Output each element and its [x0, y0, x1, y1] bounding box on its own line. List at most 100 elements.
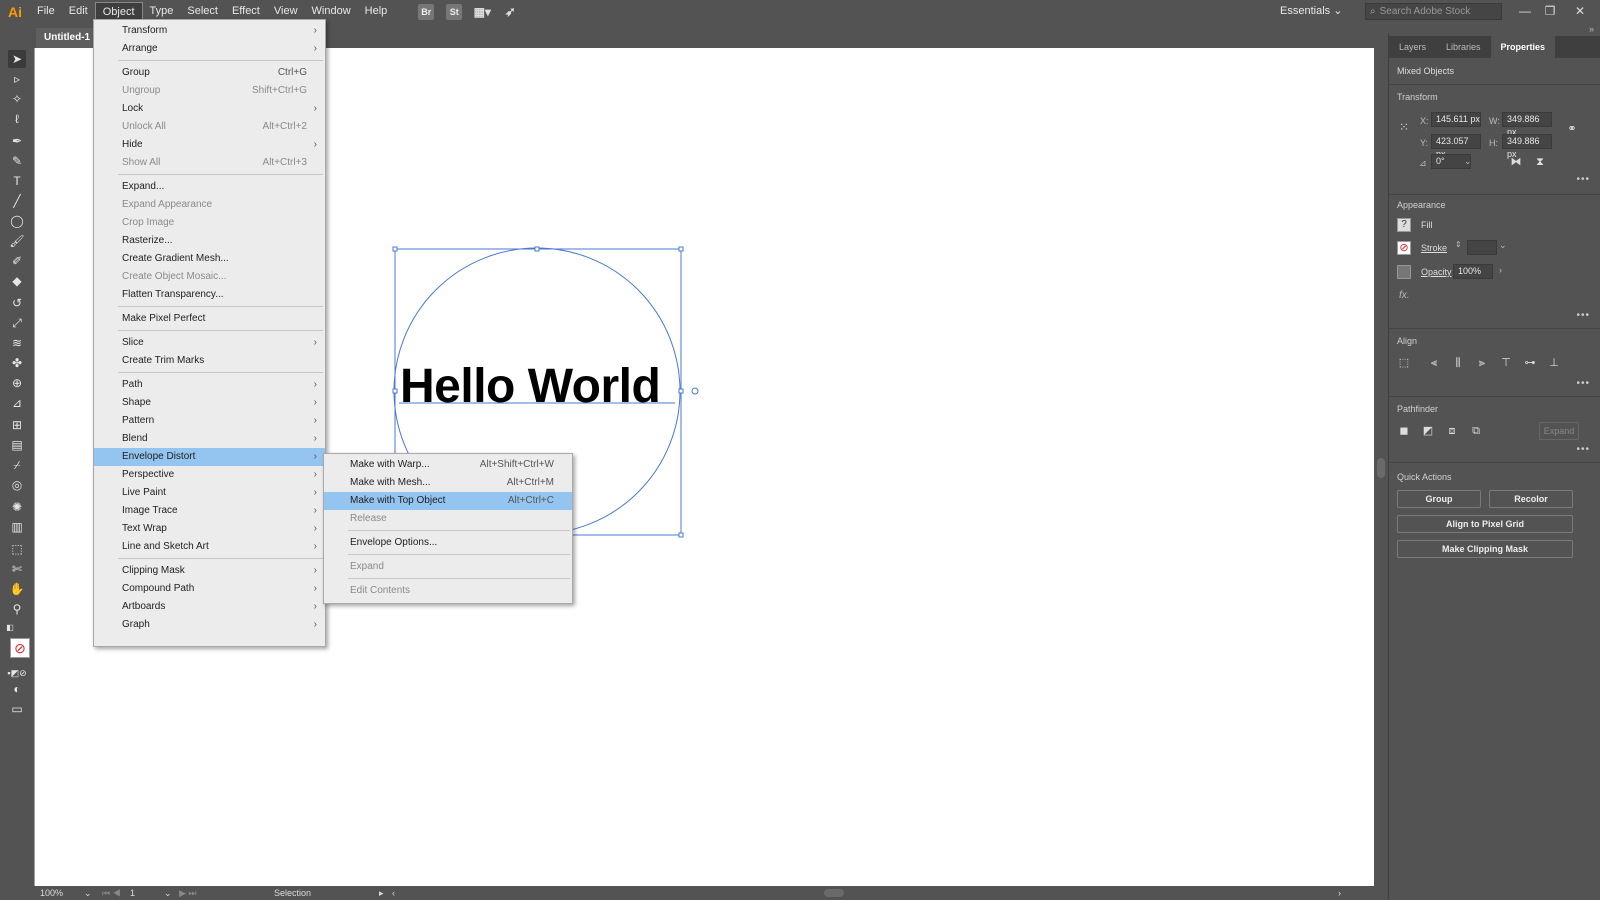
y-field[interactable]: 423.057 px [1431, 134, 1481, 159]
column-graph-tool-icon[interactable]: ▥ [8, 518, 26, 536]
chevron-down-icon[interactable]: ⌄ [1499, 240, 1507, 251]
align-top-icon[interactable]: ⊤ [1499, 356, 1513, 370]
menu-item-expand[interactable]: Expand... [94, 178, 325, 196]
menu-item-arrange[interactable]: Arrange › [94, 40, 325, 58]
menu-item-envelope-options[interactable]: Envelope Options... [324, 534, 572, 552]
zoom-tool-icon[interactable]: ⚲ [8, 600, 26, 618]
align-left-icon[interactable]: ⫷ [1427, 356, 1441, 370]
align-to-selection-icon[interactable]: ⬚ [1397, 356, 1411, 370]
pen-tool-icon[interactable]: ✒ [8, 132, 26, 150]
drawing-mode-icon[interactable]: ◐ [8, 680, 26, 698]
scroll-right-icon[interactable]: › [1338, 887, 1341, 899]
chevron-down-icon[interactable]: ⌄ [164, 887, 172, 899]
vertical-scrollbar[interactable] [1374, 48, 1388, 886]
close-icon[interactable]: ✕ [1570, 2, 1590, 20]
menu-item-clipping-mask[interactable]: Clipping Mask › [94, 562, 325, 580]
scroll-left-icon[interactable]: ‹ [392, 887, 395, 899]
h-field[interactable]: 349.886 px [1502, 134, 1552, 159]
fill-stroke-swatch-icon[interactable]: ⊘ [10, 638, 30, 658]
menu-item-rasterize[interactable]: Rasterize... [94, 232, 325, 250]
rotate-tool-icon[interactable]: ↺ [8, 294, 26, 312]
restore-icon[interactable]: ❐ [1540, 2, 1560, 20]
menu-item-create-trim-marks[interactable]: Create Trim Marks [94, 352, 325, 370]
align-vertical-center-icon[interactable]: ⊶ [1523, 356, 1537, 370]
align-bottom-icon[interactable]: ⊥ [1547, 356, 1561, 370]
menu-item-live-paint[interactable]: Live Paint › [94, 484, 325, 502]
menu-item-transform[interactable]: Transform › [94, 22, 325, 40]
curvature-tool-icon[interactable]: ✎ [8, 152, 26, 170]
artboard-tool-icon[interactable]: ⬚ [8, 540, 26, 558]
more-options-icon[interactable]: ••• [1576, 378, 1590, 389]
group-button[interactable]: Group [1397, 490, 1481, 508]
menu-item-make-pixel-perfect[interactable]: Make Pixel Perfect [94, 310, 325, 328]
shaper-tool-icon[interactable]: ✐ [8, 252, 26, 270]
more-options-icon[interactable]: ••• [1576, 310, 1590, 321]
menu-edit[interactable]: Edit [62, 2, 95, 21]
menu-item-create-gradient-mesh[interactable]: Create Gradient Mesh... [94, 250, 325, 268]
line-tool-icon[interactable]: ╱ [8, 192, 26, 210]
align-horizontal-center-icon[interactable]: ⫼ [1451, 356, 1465, 370]
w-field[interactable]: 349.886 px [1502, 112, 1552, 137]
menu-item-slice[interactable]: Slice › [94, 334, 325, 352]
more-options-icon[interactable]: ••• [1576, 174, 1590, 185]
horizontal-scroll-thumb[interactable] [824, 889, 844, 897]
puppet-warp-tool-icon[interactable]: ✤ [8, 354, 26, 372]
menu-item-text-wrap[interactable]: Text Wrap › [94, 520, 325, 538]
menu-item-hide[interactable]: Hide › [94, 136, 325, 154]
hand-tool-icon[interactable]: ✋ [8, 580, 26, 598]
flip-horizontal-icon[interactable]: ⧓ [1509, 155, 1523, 169]
arrange-documents-icon[interactable]: ▦▾ [474, 4, 491, 20]
stroke-weight-field[interactable] [1467, 240, 1497, 255]
artboard-number[interactable]: 1 [130, 887, 135, 899]
menu-item-graph[interactable]: Graph › [94, 616, 325, 634]
flip-vertical-icon[interactable]: ⧗ [1533, 155, 1547, 169]
ellipse-tool-icon[interactable]: ◯ [8, 212, 26, 230]
menu-item-blend[interactable]: Blend › [94, 430, 325, 448]
reference-point-icon[interactable]: ⁙ [1397, 120, 1411, 134]
menu-item-group[interactable]: Group Ctrl+G [94, 64, 325, 82]
stock-search-box[interactable]: ⌕ [1365, 3, 1502, 20]
bridge-icon[interactable]: Br [418, 3, 435, 20]
eraser-tool-icon[interactable]: ◆ [8, 272, 26, 290]
pathfinder-unite-icon[interactable]: ◼ [1397, 424, 1411, 438]
hello-world-text[interactable]: Hello World [400, 363, 661, 411]
pathfinder-minus-front-icon[interactable]: ◩ [1421, 424, 1435, 438]
stock-icon[interactable]: St [446, 3, 463, 20]
menu-item-line-and-sketch-art[interactable]: Line and Sketch Art › [94, 538, 325, 556]
menu-item-make-with-warp[interactable]: Make with Warp... Alt+Shift+Ctrl+W [324, 456, 572, 474]
eyedropper-tool-icon[interactable]: ⌿ [8, 456, 26, 474]
fill-swatch-icon[interactable]: ? [1397, 218, 1411, 232]
more-options-icon[interactable]: ••• [1576, 444, 1590, 455]
slice-tool-icon[interactable]: ✄ [8, 560, 26, 578]
mesh-tool-icon[interactable]: ⊞ [8, 416, 26, 434]
workspace-switcher[interactable]: Essentials ⌄ [1280, 3, 1342, 20]
menu-item-image-trace[interactable]: Image Trace › [94, 502, 325, 520]
constrain-proportions-icon[interactable]: ⚭ [1565, 122, 1579, 136]
perspective-grid-tool-icon[interactable]: ⊿ [8, 394, 26, 412]
direct-selection-tool-icon[interactable]: ▹ [8, 70, 26, 88]
stroke-weight-stepper-icon[interactable]: ⇕ [1455, 240, 1462, 249]
gradient-tool-icon[interactable]: ▤ [8, 436, 26, 454]
menu-item-lock[interactable]: Lock › [94, 100, 325, 118]
opacity-label[interactable]: Opacity [1421, 267, 1452, 277]
stroke-label[interactable]: Stroke [1421, 243, 1447, 253]
zoom-level[interactable]: 100% [40, 887, 63, 899]
last-artboard-icon[interactable]: ▶ ⏭ [179, 887, 197, 899]
default-colors-icon[interactable]: ◧ [4, 622, 16, 632]
tab-properties[interactable]: Properties [1490, 36, 1556, 58]
stock-search-input[interactable] [1379, 6, 1500, 17]
fx-icon[interactable]: fx. [1399, 290, 1410, 301]
chevron-down-icon[interactable]: ⌄ [84, 887, 92, 899]
chevron-down-icon[interactable]: ⌄ [1464, 156, 1472, 167]
tab-layers[interactable]: Layers [1389, 36, 1436, 58]
align-to-pixel-grid-button[interactable]: Align to Pixel Grid [1397, 515, 1573, 533]
make-clipping-mask-button[interactable]: Make Clipping Mask [1397, 540, 1573, 558]
magic-wand-tool-icon[interactable]: ✧ [8, 90, 26, 108]
shape-builder-tool-icon[interactable]: ⊕ [8, 374, 26, 392]
menu-item-shape[interactable]: Shape › [94, 394, 325, 412]
menu-item-path[interactable]: Path › [94, 376, 325, 394]
minimize-icon[interactable]: — [1515, 2, 1535, 20]
width-tool-icon[interactable]: ≋ [8, 334, 26, 352]
menu-item-perspective[interactable]: Perspective › [94, 466, 325, 484]
align-right-icon[interactable]: ⫸ [1475, 356, 1489, 370]
